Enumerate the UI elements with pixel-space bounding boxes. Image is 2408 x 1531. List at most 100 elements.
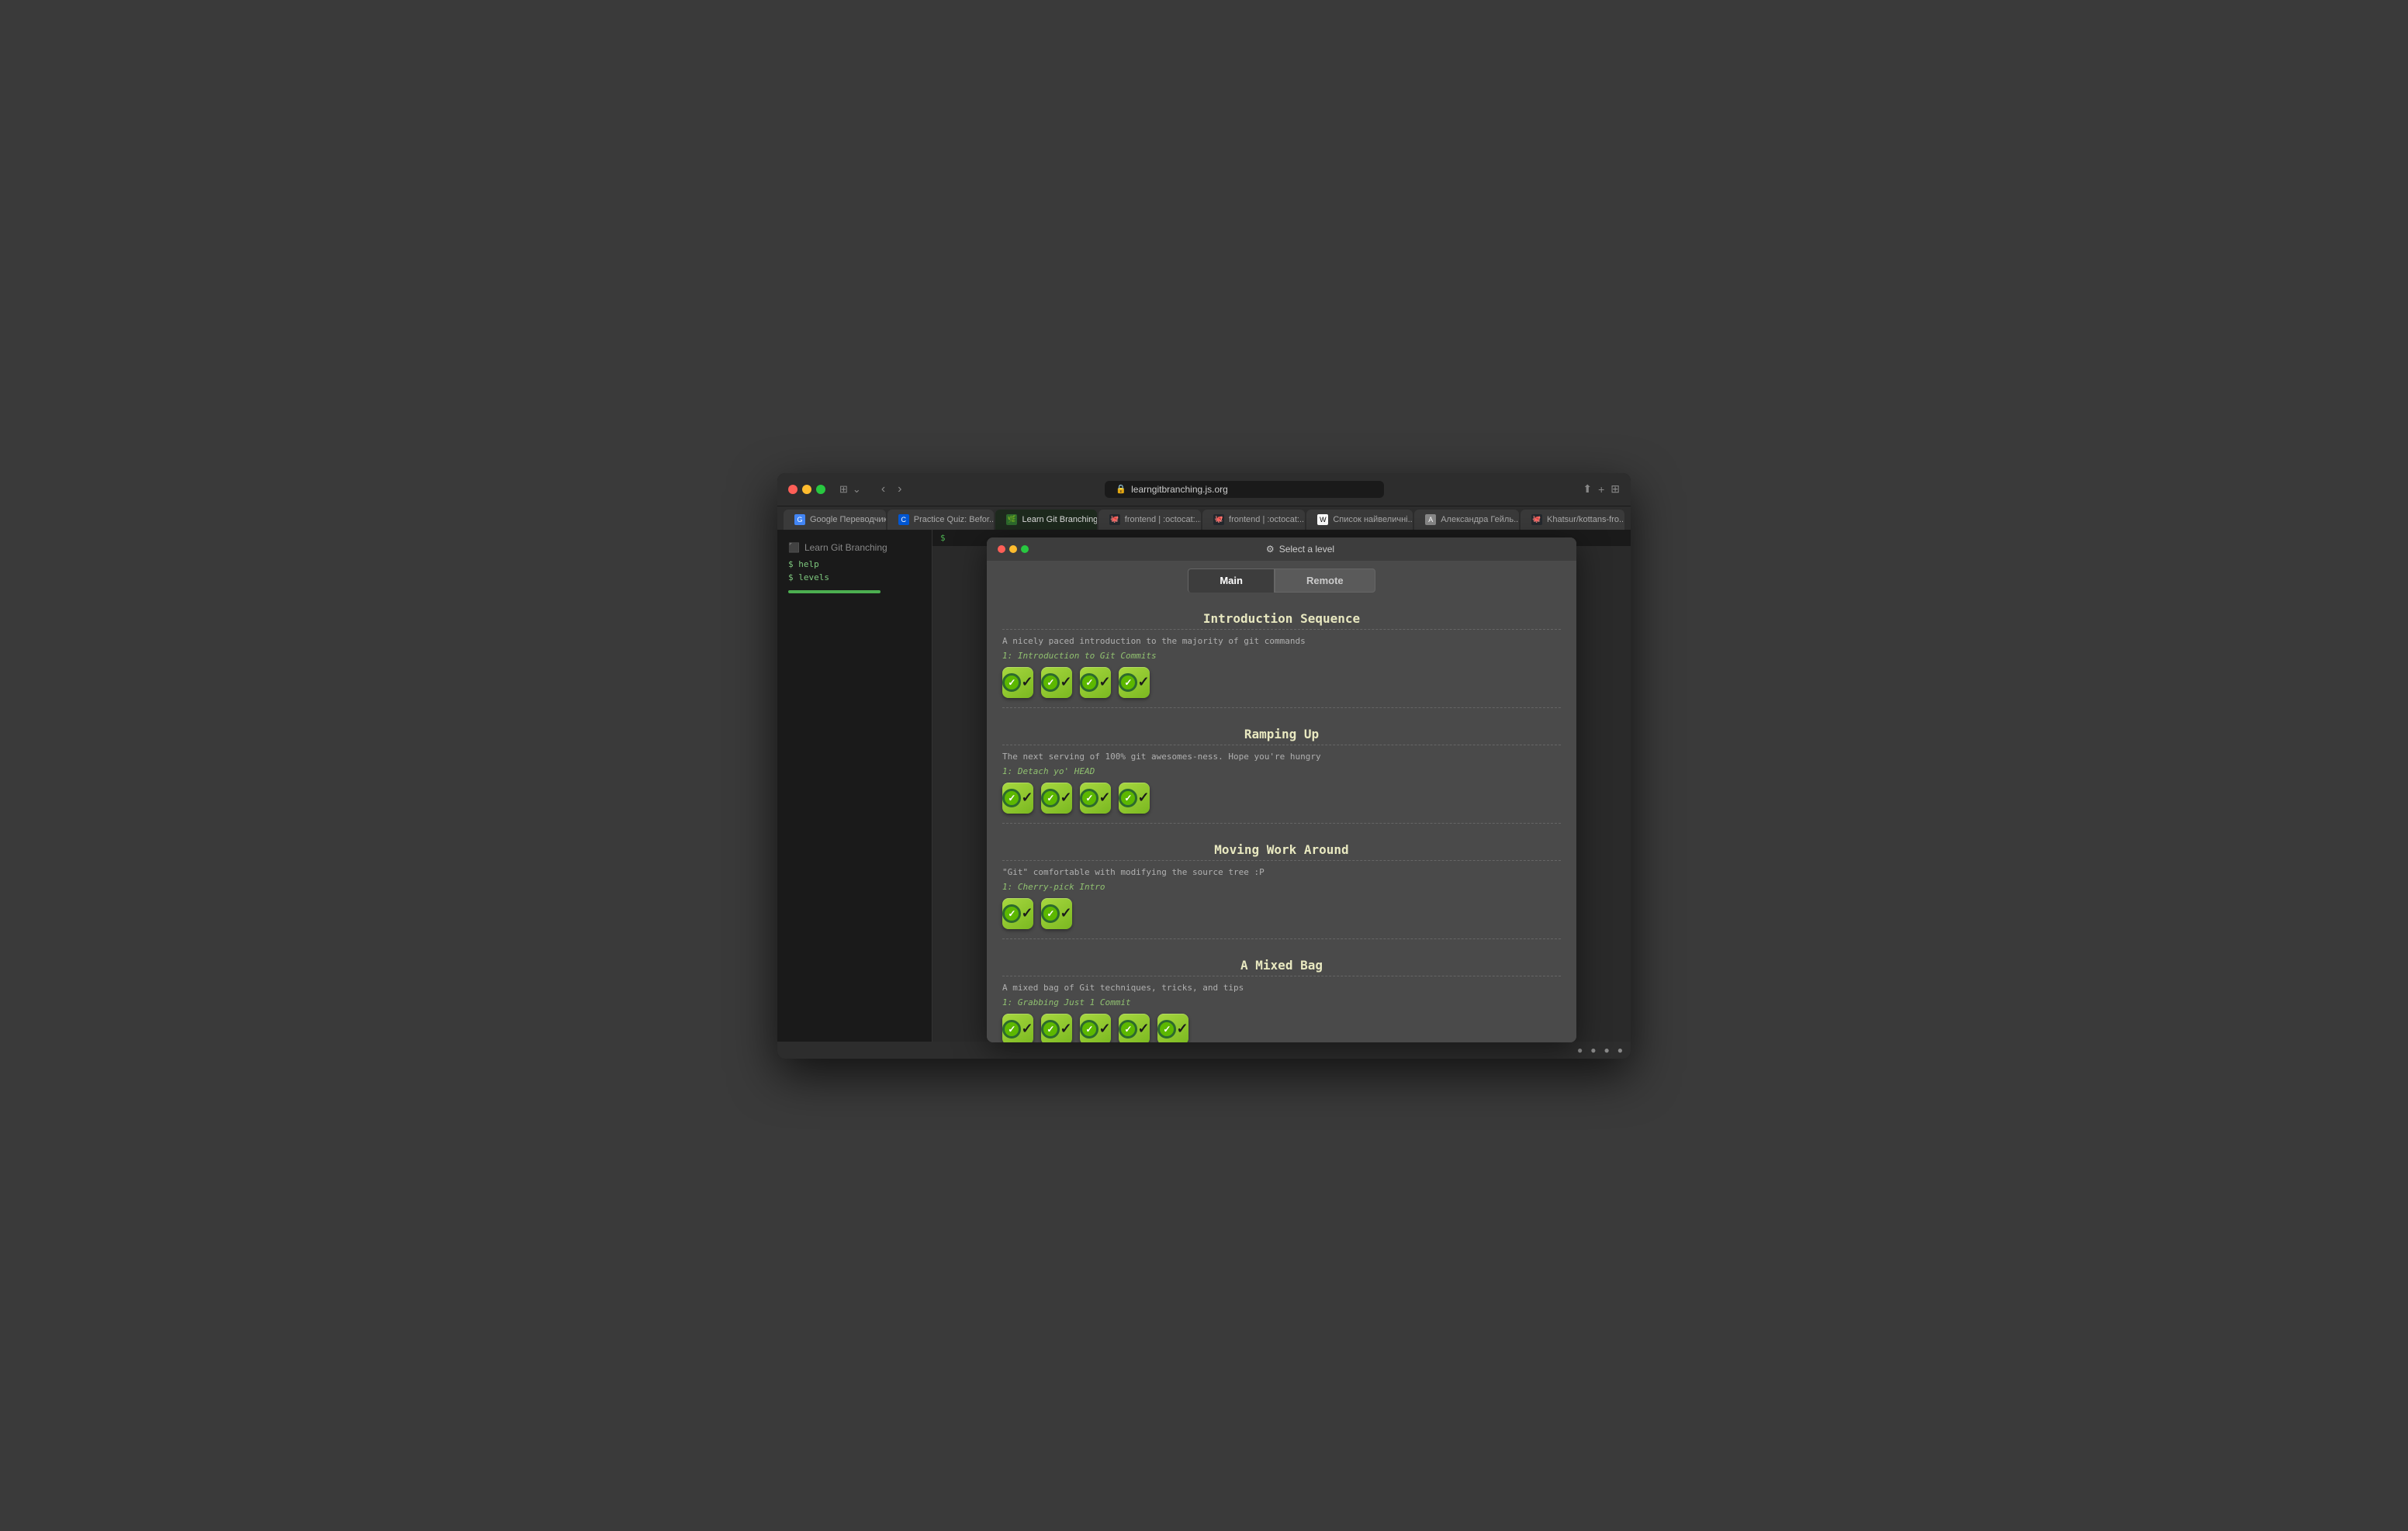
terminal-icon: ⬛ <box>788 542 800 553</box>
tab-alex-favicon: A <box>1425 514 1436 525</box>
level-ramp-2[interactable] <box>1041 783 1072 814</box>
section-intro: Introduction Sequence A nicely paced int… <box>1002 605 1561 698</box>
modal-body: Introduction Sequence A nicely paced int… <box>987 593 1576 1042</box>
sidebar-cmd-levels[interactable]: $ levels <box>777 571 932 584</box>
modal-maximize-button[interactable] <box>1021 545 1029 553</box>
sidebar-title: ⬛ Learn Git Branching <box>777 537 932 558</box>
tab-git[interactable]: 🌿 Learn Git Branching <box>995 510 1096 530</box>
tab-google-favicon: G <box>794 514 805 525</box>
sidebar-toggle-icon[interactable]: ⊞ <box>839 483 848 496</box>
tab-khatsur[interactable]: 🐙 Khatsur/kottans-fro... <box>1521 510 1624 530</box>
level-intro-2[interactable] <box>1041 667 1072 698</box>
toolbar-icons: ⊞ ⌄ <box>839 483 861 496</box>
section-rampup-icons <box>1002 783 1561 814</box>
main-content: ⬛ Learn Git Branching $ help $ levels ⚙ <box>777 530 1631 1042</box>
browser-window: ⊞ ⌄ ‹ › 🔒 learngitbranching.js.org ⬆ + ⊞… <box>777 473 1631 1059</box>
tab-frontend1-favicon: 🐙 <box>1109 514 1120 525</box>
tab-row: Main Remote <box>987 561 1576 593</box>
status-icon-4: ● <box>1617 1045 1623 1056</box>
tab-alex[interactable]: A Александра Гейль... <box>1414 510 1519 530</box>
tab-wiki-label: Список найвеличні... <box>1333 515 1413 524</box>
modal-area: ⚙ Select a level Main Remote Introductio… <box>932 530 1631 1042</box>
tab-alex-label: Александра Гейль... <box>1441 515 1519 524</box>
back-button[interactable]: ‹ <box>877 481 890 498</box>
status-icon-1: ● <box>1577 1045 1583 1056</box>
tab-khatsur-label: Khatsur/kottans-fro... <box>1547 515 1624 524</box>
level-mix-4[interactable] <box>1119 1014 1150 1042</box>
level-mix-5[interactable] <box>1157 1014 1188 1042</box>
divider-3 <box>1002 938 1561 939</box>
tab-main[interactable]: Main <box>1188 569 1275 593</box>
forward-button[interactable]: › <box>893 481 906 498</box>
level-mix-3[interactable] <box>1080 1014 1111 1042</box>
select-level-modal: ⚙ Select a level Main Remote Introductio… <box>987 537 1576 1042</box>
tab-khatsur-favicon: 🐙 <box>1531 514 1542 525</box>
section-intro-desc: A nicely paced introduction to the major… <box>1002 636 1561 646</box>
sidebar-bar <box>788 590 881 593</box>
tab-frontend2[interactable]: 🐙 frontend | :octocat:... <box>1202 510 1305 530</box>
new-tab-icon[interactable]: + <box>1598 483 1604 496</box>
tab-remote[interactable]: Remote <box>1275 569 1375 593</box>
section-moving: Moving Work Around "Git" comfortable wit… <box>1002 836 1561 929</box>
modal-close-button[interactable] <box>998 545 1005 553</box>
modal-minimize-button[interactable] <box>1009 545 1017 553</box>
level-move-1[interactable] <box>1002 898 1033 929</box>
tab-frontend1[interactable]: 🐙 frontend | :octocat:... <box>1098 510 1201 530</box>
section-rampup-desc: The next serving of 100% git awesomes-ne… <box>1002 752 1561 762</box>
tab-git-label: Learn Git Branching <box>1022 515 1096 524</box>
toolbar-right: ⬆ + ⊞ <box>1583 482 1620 496</box>
section-moving-level-label: 1: Cherry-pick Intro <box>1002 882 1561 892</box>
section-intro-icons <box>1002 667 1561 698</box>
grid-icon[interactable]: ⊞ <box>1611 482 1620 496</box>
lock-icon: 🔒 <box>1116 484 1126 494</box>
modal-traffic-lights <box>998 545 1029 553</box>
minimize-button[interactable] <box>802 485 811 494</box>
tab-frontend2-favicon: 🐙 <box>1213 514 1224 525</box>
section-mixed-icons <box>1002 1014 1561 1042</box>
status-icon-3: ● <box>1604 1045 1610 1056</box>
level-ramp-4[interactable] <box>1119 783 1150 814</box>
level-intro-3[interactable] <box>1080 667 1111 698</box>
level-mix-1[interactable] <box>1002 1014 1033 1042</box>
level-ramp-3[interactable] <box>1080 783 1111 814</box>
address-bar[interactable]: 🔒 learngitbranching.js.org <box>1105 481 1384 498</box>
section-intro-level-label: 1: Introduction to Git Commits <box>1002 651 1561 661</box>
sidebar: ⬛ Learn Git Branching $ help $ levels <box>777 530 932 1042</box>
chevron-down-icon[interactable]: ⌄ <box>853 483 861 496</box>
nav-buttons: ‹ › <box>877 481 907 498</box>
section-rampup-level-label: 1: Detach yo' HEAD <box>1002 766 1561 776</box>
tab-git-favicon: 🌿 <box>1006 514 1017 525</box>
address-text: learngitbranching.js.org <box>1131 484 1228 495</box>
close-button[interactable] <box>788 485 797 494</box>
level-move-2[interactable] <box>1041 898 1072 929</box>
sidebar-title-text: Learn Git Branching <box>804 542 887 553</box>
maximize-button[interactable] <box>816 485 825 494</box>
traffic-lights <box>788 485 825 494</box>
tab-practice[interactable]: C Practice Quiz: Befor... <box>887 510 995 530</box>
tab-google-label: Google Переводчик <box>810 515 886 524</box>
modal-title: ⚙ Select a level <box>1035 544 1566 555</box>
section-moving-icons <box>1002 898 1561 929</box>
tab-practice-favicon: C <box>898 514 909 525</box>
level-intro-4[interactable] <box>1119 667 1150 698</box>
terminal-prompt: $ <box>940 533 946 543</box>
section-mixed: A Mixed Bag A mixed bag of Git technique… <box>1002 952 1561 1042</box>
share-icon[interactable]: ⬆ <box>1583 482 1592 496</box>
section-moving-desc: "Git" comfortable with modifying the sou… <box>1002 867 1561 877</box>
gear-icon: ⚙ <box>1266 544 1275 555</box>
tab-practice-label: Practice Quiz: Befor... <box>914 515 995 524</box>
sidebar-cmd-help[interactable]: $ help <box>777 558 932 571</box>
tabs-bar: G Google Переводчик C Practice Quiz: Bef… <box>777 506 1631 530</box>
level-intro-1[interactable] <box>1002 667 1033 698</box>
level-ramp-1[interactable] <box>1002 783 1033 814</box>
tab-wiki-favicon: W <box>1317 514 1328 525</box>
section-intro-title: Introduction Sequence <box>1002 605 1561 630</box>
tab-wiki[interactable]: W Список найвеличні... <box>1306 510 1413 530</box>
titlebar: ⊞ ⌄ ‹ › 🔒 learngitbranching.js.org ⬆ + ⊞ <box>777 473 1631 506</box>
address-bar-container: 🔒 learngitbranching.js.org <box>914 481 1575 498</box>
status-icon-2: ● <box>1590 1045 1596 1056</box>
section-moving-title: Moving Work Around <box>1002 836 1561 861</box>
level-mix-2[interactable] <box>1041 1014 1072 1042</box>
tab-google[interactable]: G Google Переводчик <box>784 510 886 530</box>
divider-2 <box>1002 823 1561 824</box>
